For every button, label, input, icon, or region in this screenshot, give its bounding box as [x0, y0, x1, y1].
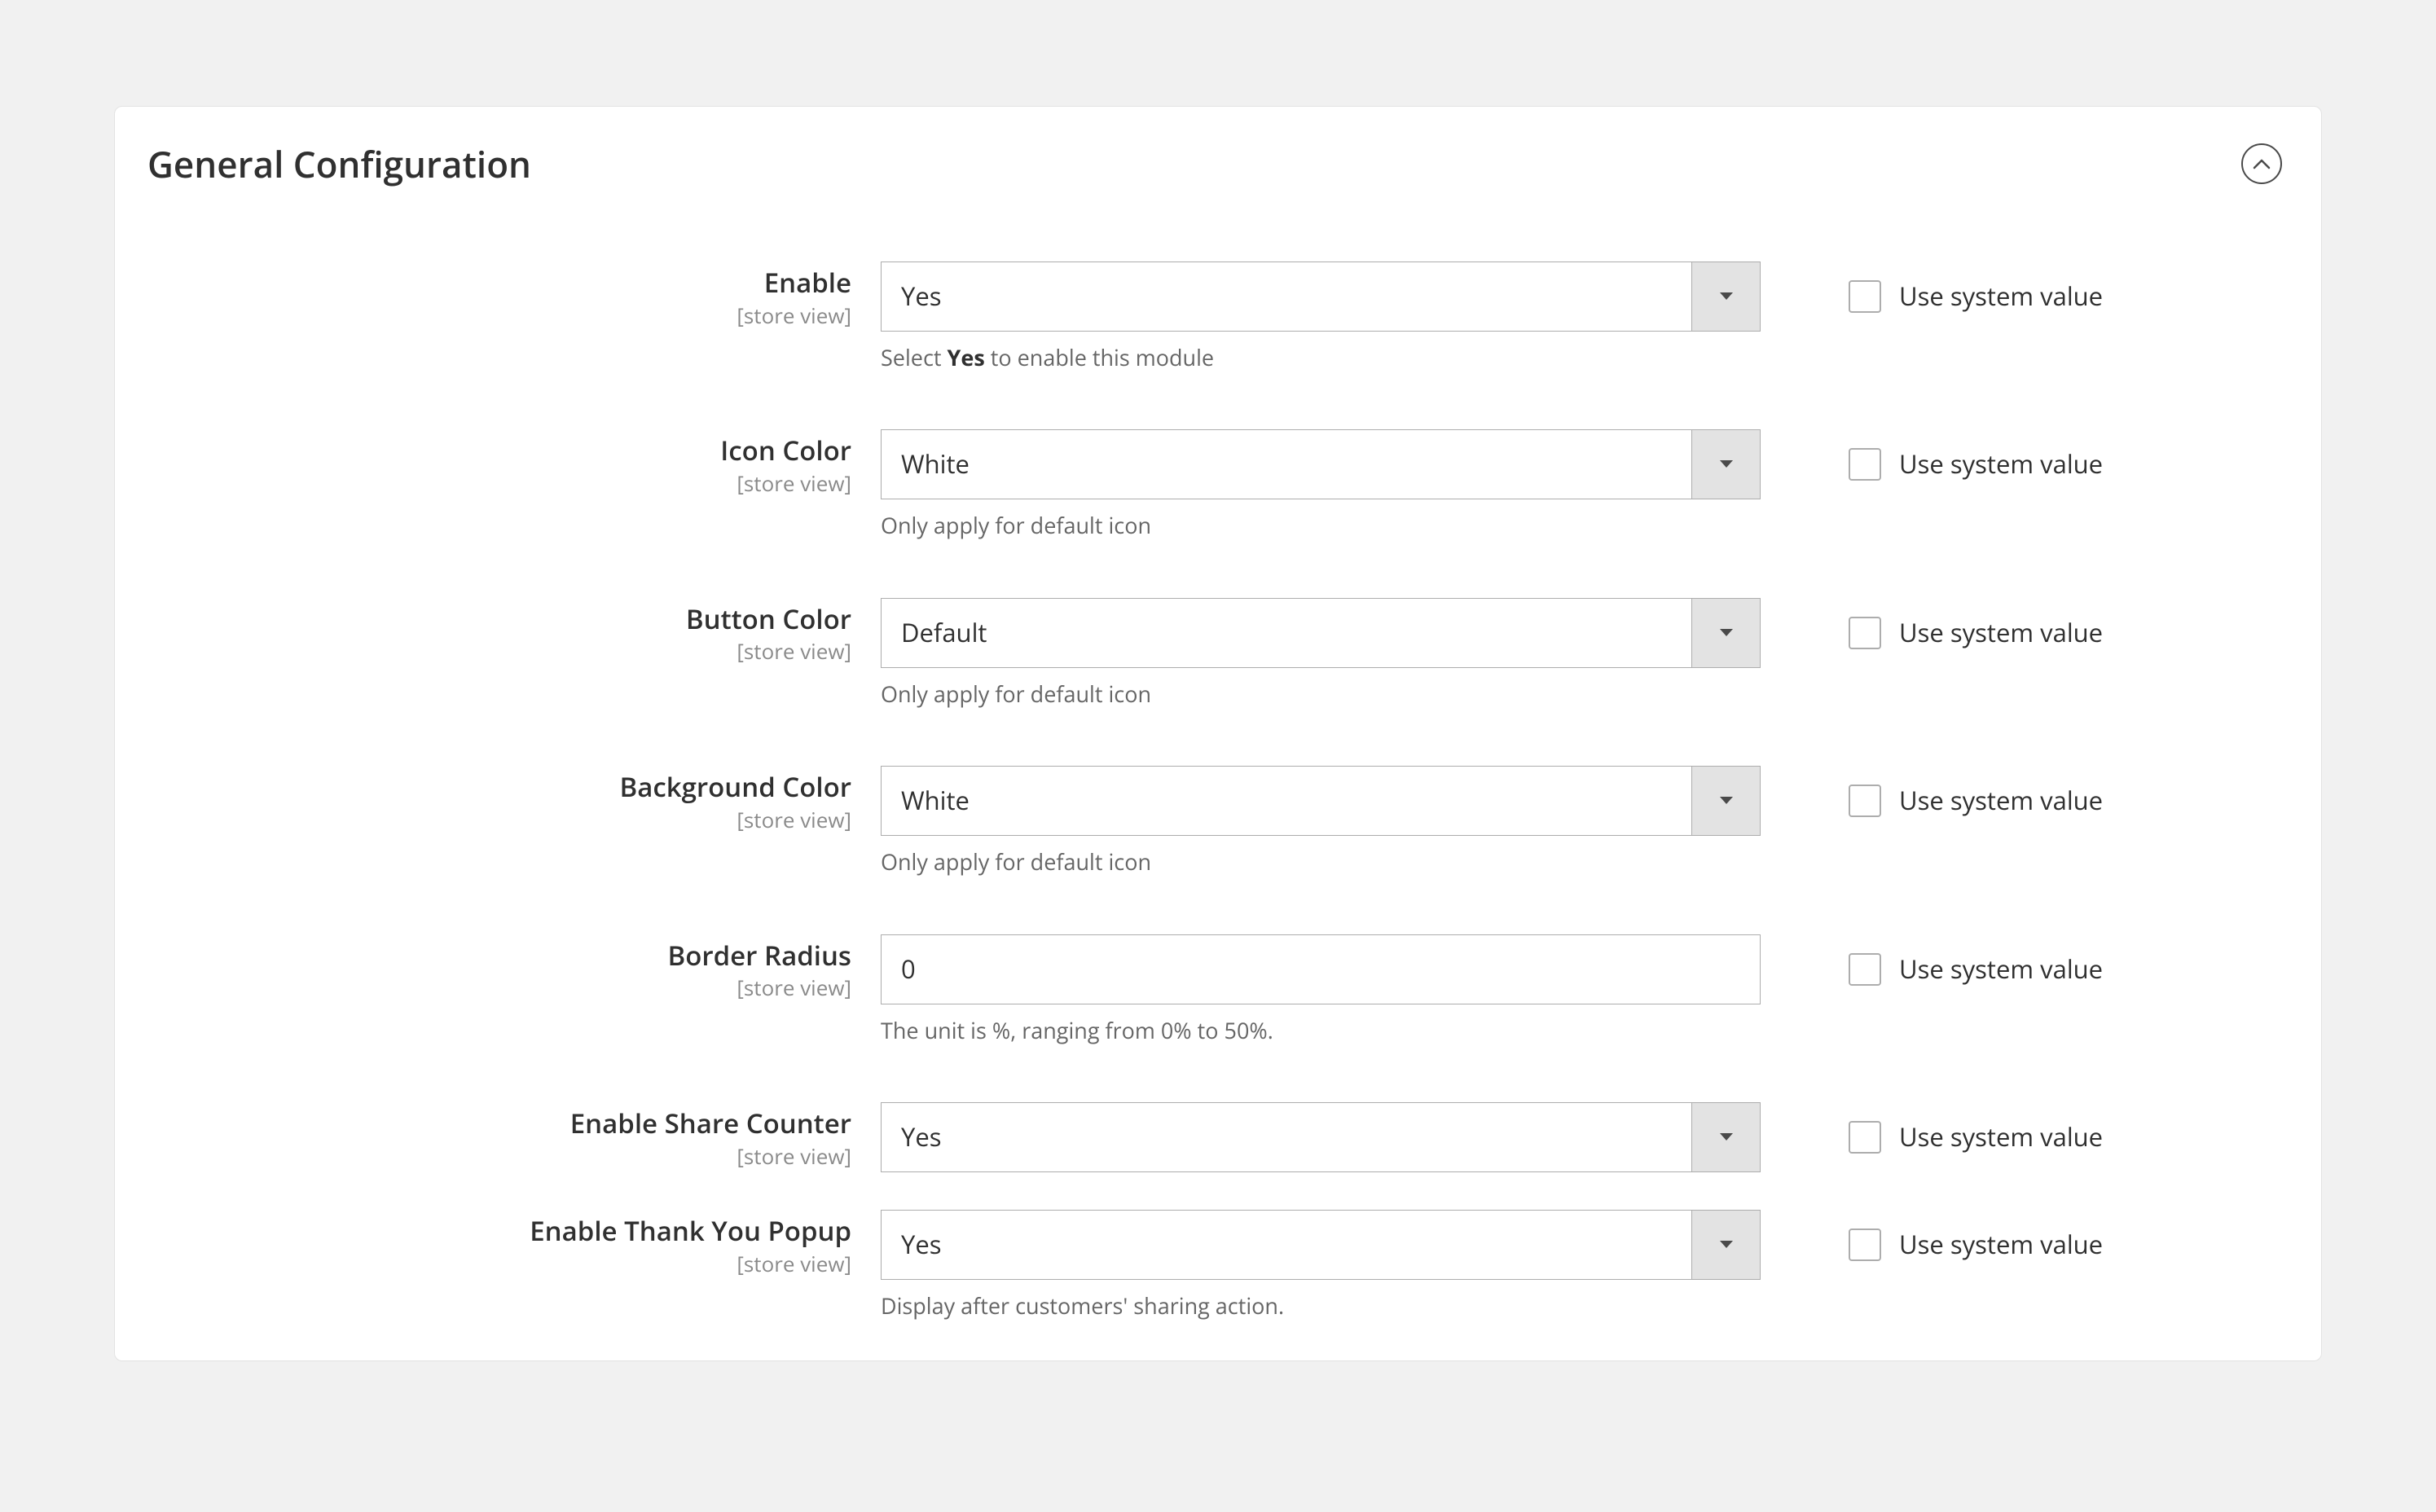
control-col: Yes Display after customers' sharing act… — [881, 1210, 1761, 1321]
field-share-counter: Enable Share Counter [store view] Yes Us… — [147, 1102, 2289, 1172]
field-hint: Select Yes to enable this module — [881, 343, 1761, 372]
use-system-value-checkbox[interactable] — [1849, 280, 1881, 313]
icon-color-select[interactable]: White — [881, 429, 1761, 499]
field-scope: [store view] — [147, 468, 851, 498]
field-label: Icon Color — [147, 434, 851, 467]
field-label: Enable — [147, 266, 851, 299]
field-border-radius: Border Radius [store view] The unit is %… — [147, 934, 2289, 1045]
field-label: Button Color — [147, 603, 851, 635]
control-col: White Only apply for default icon — [881, 766, 1761, 877]
label-col: Border Radius [store view] — [147, 934, 881, 1003]
control-col: White Only apply for default icon — [881, 429, 1761, 540]
caret-down-icon — [1719, 796, 1734, 806]
field-background-color: Background Color [store view] White Only… — [147, 766, 2289, 877]
label-col: Background Color [store view] — [147, 766, 881, 834]
chevron-up-icon — [2253, 158, 2271, 169]
button-color-select[interactable]: Default — [881, 598, 1761, 668]
use-system-value-label: Use system value — [1899, 1228, 2103, 1262]
field-icon-color: Icon Color [store view] White Only apply… — [147, 429, 2289, 540]
system-value-col: Use system value — [1761, 262, 2103, 314]
field-thank-you-popup: Enable Thank You Popup [store view] Yes … — [147, 1210, 2289, 1321]
select-value: Yes — [882, 1120, 1691, 1154]
panel-title: General Configuration — [147, 139, 531, 188]
label-col: Icon Color [store view] — [147, 429, 881, 498]
control-col: Default Only apply for default icon — [881, 598, 1761, 709]
field-hint: Only apply for default icon — [881, 847, 1761, 877]
thank-you-popup-select[interactable]: Yes — [881, 1210, 1761, 1280]
field-hint: Only apply for default icon — [881, 511, 1761, 540]
field-scope: [store view] — [147, 805, 851, 834]
select-value: White — [882, 447, 1691, 481]
background-color-select[interactable]: White — [881, 766, 1761, 836]
caret-down-icon — [1719, 1132, 1734, 1142]
select-value: Yes — [882, 1228, 1691, 1262]
dropdown-arrow — [1691, 1211, 1760, 1279]
control-col: Yes — [881, 1102, 1761, 1172]
system-value-col: Use system value — [1761, 934, 2103, 987]
label-col: Enable [store view] — [147, 262, 881, 330]
field-label: Background Color — [147, 771, 851, 803]
use-system-value-checkbox[interactable] — [1849, 617, 1881, 649]
system-value-col: Use system value — [1761, 598, 2103, 650]
system-value-col: Use system value — [1761, 1210, 2103, 1262]
system-value-col: Use system value — [1761, 1102, 2103, 1154]
panel-header: General Configuration — [147, 139, 2289, 188]
field-scope: [store view] — [147, 1141, 851, 1171]
field-label: Enable Share Counter — [147, 1107, 851, 1140]
control-col: Yes Select Yes to enable this module — [881, 262, 1761, 372]
label-col: Enable Thank You Popup [store view] — [147, 1210, 881, 1278]
general-configuration-panel: General Configuration Enable [store view… — [114, 106, 2322, 1361]
field-enable: Enable [store view] Yes Select Yes to en… — [147, 262, 2289, 372]
caret-down-icon — [1719, 292, 1734, 301]
use-system-value-checkbox[interactable] — [1849, 1228, 1881, 1261]
caret-down-icon — [1719, 1240, 1734, 1250]
label-col: Button Color [store view] — [147, 598, 881, 666]
field-scope: [store view] — [147, 973, 851, 1002]
use-system-value-checkbox[interactable] — [1849, 1121, 1881, 1154]
border-radius-input[interactable] — [881, 934, 1761, 1004]
control-col: The unit is %, ranging from 0% to 50%. — [881, 934, 1761, 1045]
dropdown-arrow — [1691, 767, 1760, 835]
enable-select[interactable]: Yes — [881, 262, 1761, 332]
field-hint: Only apply for default icon — [881, 679, 1761, 709]
select-value: White — [882, 784, 1691, 818]
use-system-value-checkbox[interactable] — [1849, 448, 1881, 481]
collapse-toggle[interactable] — [2241, 143, 2282, 184]
label-col: Enable Share Counter [store view] — [147, 1102, 881, 1171]
system-value-col: Use system value — [1761, 766, 2103, 818]
field-label: Border Radius — [147, 939, 851, 972]
caret-down-icon — [1719, 628, 1734, 638]
field-button-color: Button Color [store view] Default Only a… — [147, 598, 2289, 709]
system-value-col: Use system value — [1761, 429, 2103, 481]
use-system-value-label: Use system value — [1899, 447, 2103, 481]
caret-down-icon — [1719, 459, 1734, 469]
use-system-value-label: Use system value — [1899, 784, 2103, 818]
use-system-value-label: Use system value — [1899, 952, 2103, 987]
use-system-value-checkbox[interactable] — [1849, 953, 1881, 986]
select-value: Default — [882, 616, 1691, 650]
field-hint: The unit is %, ranging from 0% to 50%. — [881, 1016, 1761, 1045]
select-value: Yes — [882, 279, 1691, 314]
use-system-value-label: Use system value — [1899, 616, 2103, 650]
dropdown-arrow — [1691, 262, 1760, 331]
use-system-value-label: Use system value — [1899, 1120, 2103, 1154]
dropdown-arrow — [1691, 599, 1760, 667]
use-system-value-checkbox[interactable] — [1849, 785, 1881, 817]
field-scope: [store view] — [147, 1249, 851, 1278]
use-system-value-label: Use system value — [1899, 279, 2103, 314]
field-scope: [store view] — [147, 301, 851, 330]
field-scope: [store view] — [147, 636, 851, 666]
dropdown-arrow — [1691, 430, 1760, 499]
field-hint: Display after customers' sharing action. — [881, 1291, 1761, 1321]
share-counter-select[interactable]: Yes — [881, 1102, 1761, 1172]
field-label: Enable Thank You Popup — [147, 1215, 851, 1247]
dropdown-arrow — [1691, 1103, 1760, 1171]
